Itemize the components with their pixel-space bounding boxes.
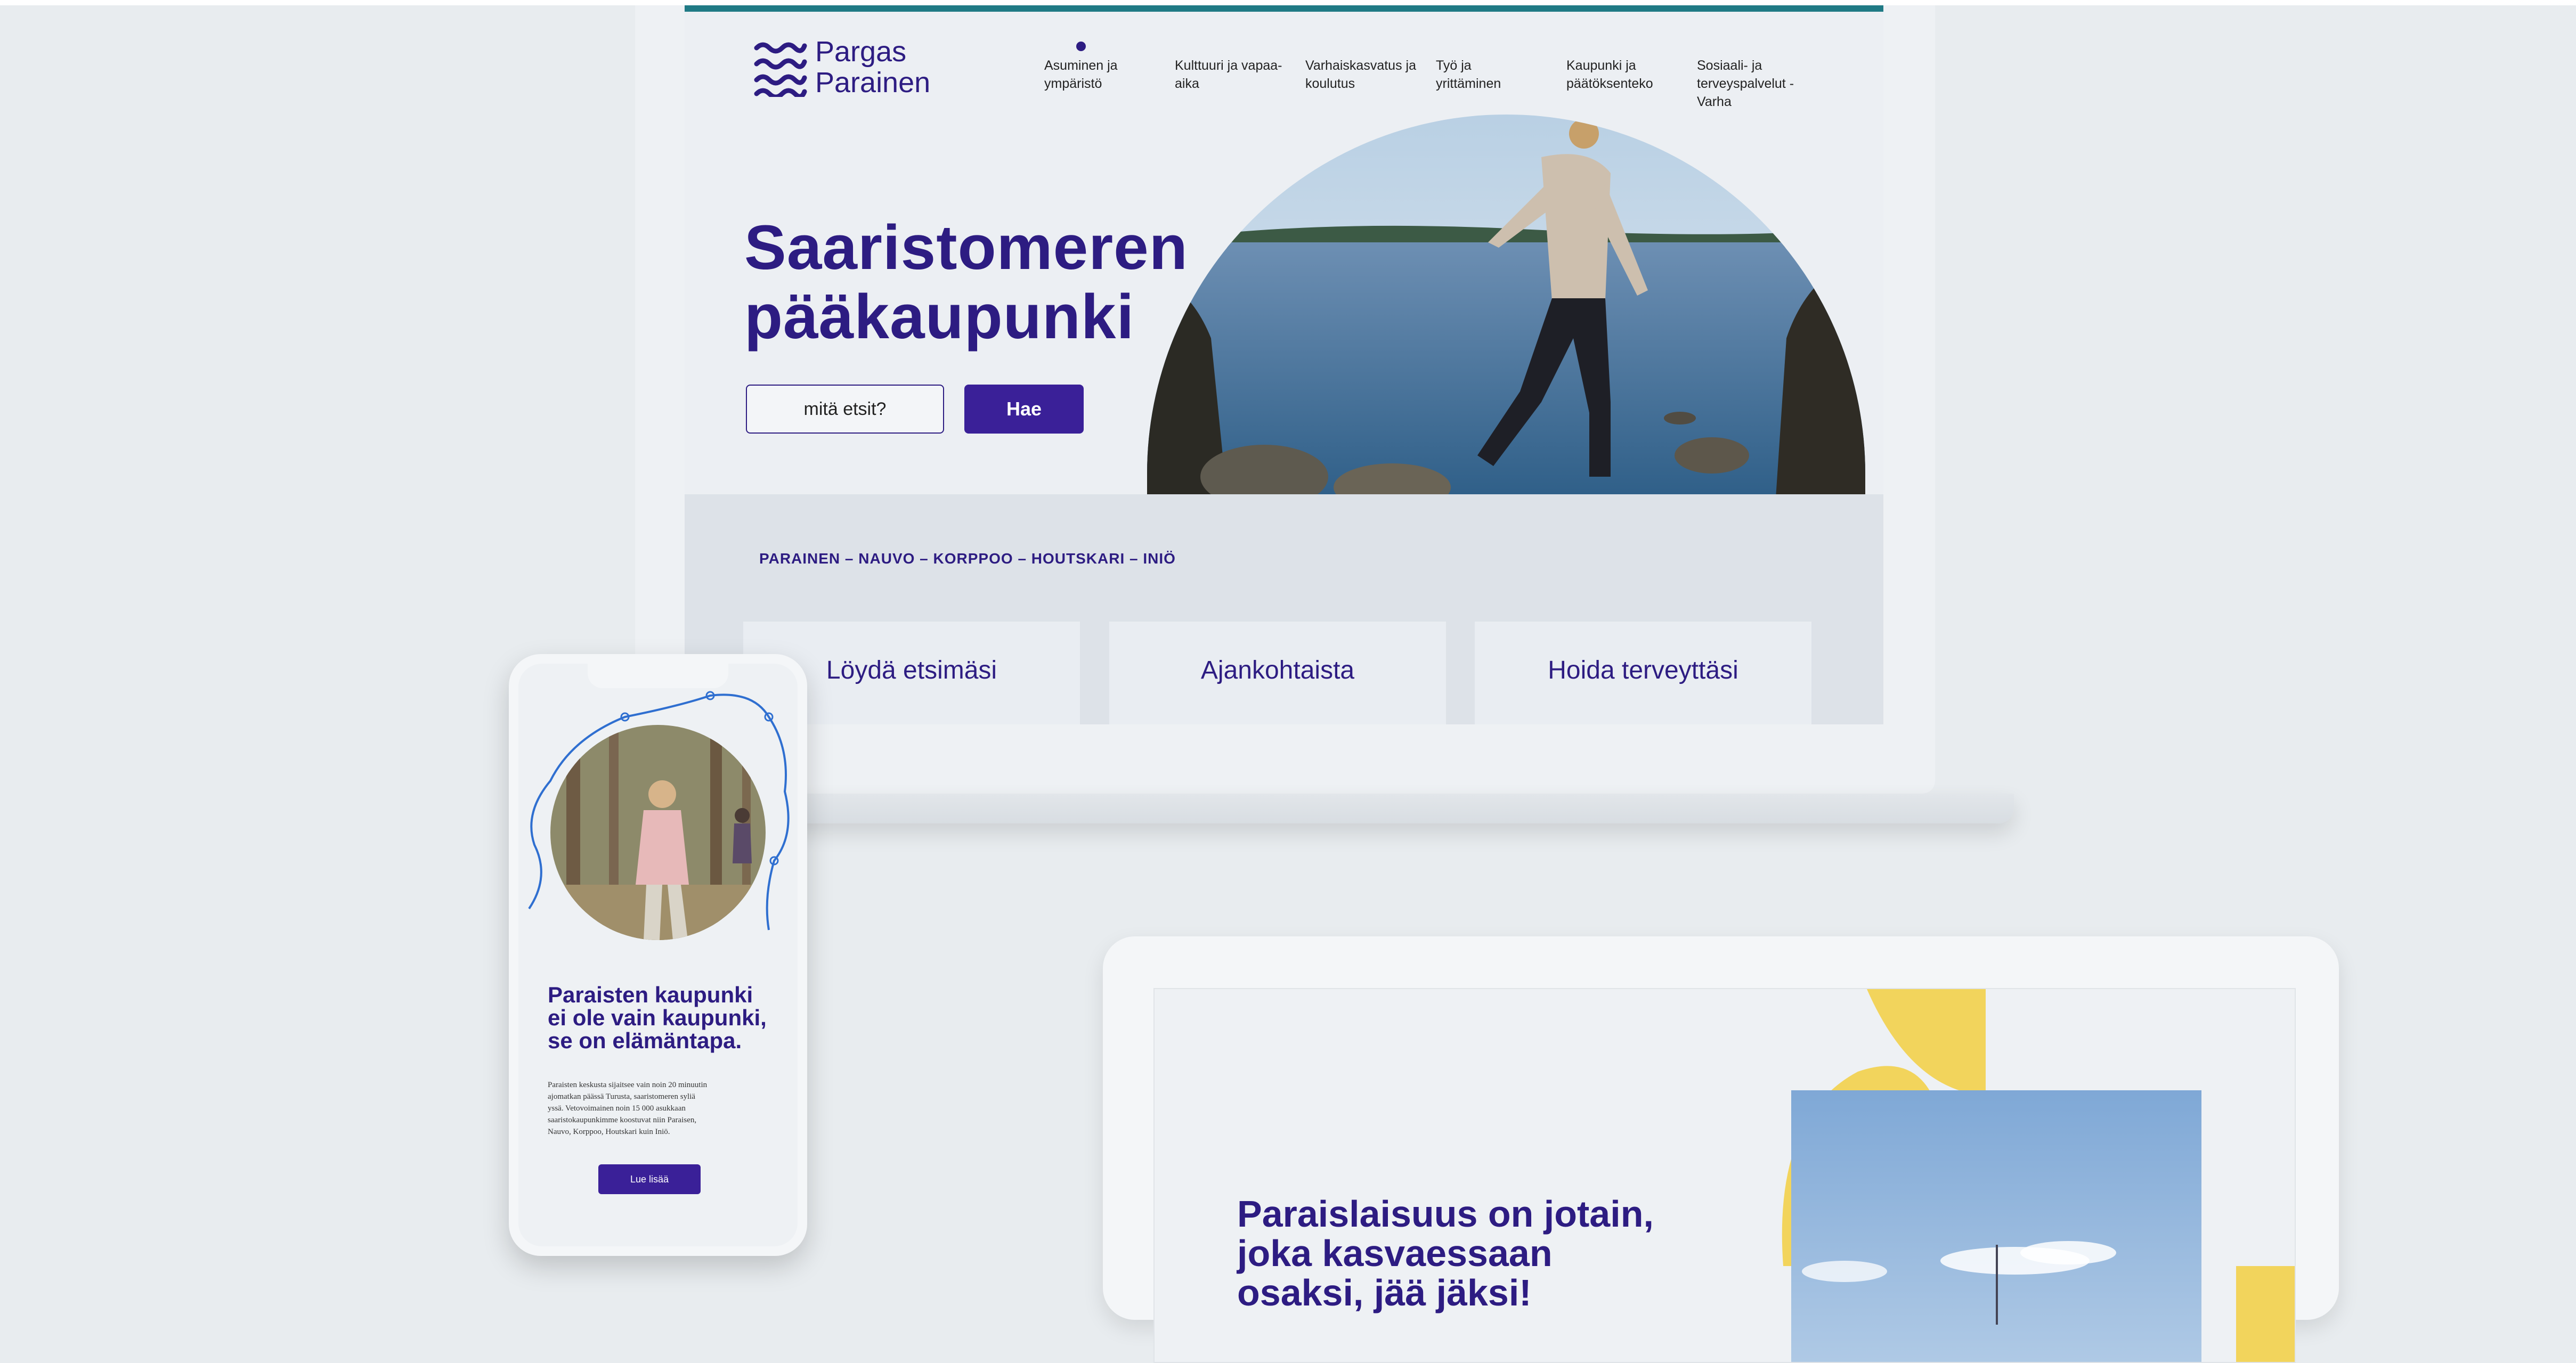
phone-title-line: se on elämäntapa. (548, 1028, 742, 1053)
card-health[interactable]: Hoida terveyttäsi (1475, 622, 1811, 724)
read-more-button[interactable]: Lue lisää (598, 1164, 701, 1194)
nav-label: Kaupunki ja (1566, 58, 1636, 73)
islands-list: PARAINEN – NAUVO – KORPPOO – HOUTSKARI –… (759, 550, 1176, 567)
tablet-title-line: Paraislaisuus on jotain, (1237, 1193, 1654, 1235)
nav-label: päätöksenteko (1566, 76, 1653, 91)
hero-photo (1147, 115, 1865, 498)
nav-label: Sosiaali- ja (1697, 58, 1762, 73)
body-line: yssä. Vetovoimainen noin 15 000 asukkaan (548, 1104, 686, 1113)
body-line: ajomatkan päässä Turusta, saaristomeren … (548, 1092, 696, 1101)
search-input[interactable]: mitä etsit? (746, 385, 944, 434)
tablet-title-line: osaksi, jää jäksi! (1237, 1272, 1532, 1313)
laptop-base (778, 794, 2014, 823)
active-nav-dot (1076, 42, 1086, 51)
nav-item-city[interactable]: Kaupunki ja päätöksenteko (1566, 56, 1697, 111)
main-nav: Asuminen ja ympäristö Kulttuuri ja vapaa… (1044, 56, 1827, 111)
hero-title: Saaristomeren pääkaupunki (744, 213, 1188, 352)
card-news[interactable]: Ajankohtaista (1109, 622, 1446, 724)
search-button[interactable]: Hae (964, 385, 1084, 434)
nav-label: Varhaiskasvatus ja (1305, 58, 1416, 73)
hero-title-line-2: pääkaupunki (744, 282, 1135, 352)
phone-title-line: Paraisten kaupunki (548, 982, 753, 1007)
phone-screen: Paraisten kaupunki ei ole vain kaupunki,… (518, 664, 798, 1246)
tablet-title-line: joka kasvaessaan (1237, 1233, 1553, 1274)
nav-label: Varha (1697, 94, 1732, 109)
nav-label: ympäristö (1044, 76, 1102, 91)
phone-body-text: Paraisten keskusta sijaitsee vain noin 2… (548, 1079, 771, 1138)
logo-line-2: Parainen (815, 67, 931, 99)
nav-item-education[interactable]: Varhaiskasvatus ja koulutus (1305, 56, 1436, 111)
nav-item-culture[interactable]: Kulttuuri ja vapaa- aika (1175, 56, 1305, 111)
nav-item-housing[interactable]: Asuminen ja ympäristö (1044, 56, 1175, 111)
tablet-mockup: Paraislaisuus on jotain, joka kasvaessaa… (1103, 936, 2339, 1363)
nav-label: terveyspalvelut - (1697, 76, 1794, 91)
nav-label: Työ ja (1436, 58, 1472, 73)
phone-title: Paraisten kaupunki ei ole vain kaupunki,… (548, 983, 782, 1052)
top-accent-bar (685, 5, 1883, 12)
tablet-hero-photo (1791, 1090, 2201, 1362)
phone-mockup: Paraisten kaupunki ei ole vain kaupunki,… (509, 654, 807, 1256)
nav-item-social-health[interactable]: Sosiaali- ja terveyspalvelut - Varha (1697, 56, 1827, 111)
phone-title-line: ei ole vain kaupunki, (548, 1005, 767, 1030)
nav-label: Asuminen ja (1044, 58, 1118, 73)
body-line: Nauvo, Korppoo, Houtskari kuin Iniö. (548, 1128, 670, 1136)
nav-label: aika (1175, 76, 1199, 91)
logo-wordmark[interactable]: Pargas Parainen (815, 36, 930, 98)
frame-top (0, 0, 2576, 5)
logo-line-1: Pargas (815, 36, 907, 68)
nav-item-work[interactable]: Työ ja yrittäminen (1436, 56, 1566, 111)
nav-label: yrittäminen (1436, 76, 1501, 91)
nav-label: Kulttuuri ja vapaa- (1175, 58, 1282, 73)
body-line: Paraisten keskusta sijaitsee vain noin 2… (548, 1081, 708, 1089)
laptop-screen: Pargas Parainen Asuminen ja ympäristö Ku… (685, 5, 1883, 724)
phone-hero-photo (550, 725, 766, 940)
hero-title-line-1: Saaristomeren (744, 213, 1188, 283)
waves-logo-icon[interactable] (754, 38, 807, 97)
body-line: saaristokaupunkimme koostuvat niin Parai… (548, 1116, 697, 1124)
tablet-screen: Paraislaisuus on jotain, joka kasvaessaa… (1153, 988, 2296, 1363)
nav-label: koulutus (1305, 76, 1355, 91)
